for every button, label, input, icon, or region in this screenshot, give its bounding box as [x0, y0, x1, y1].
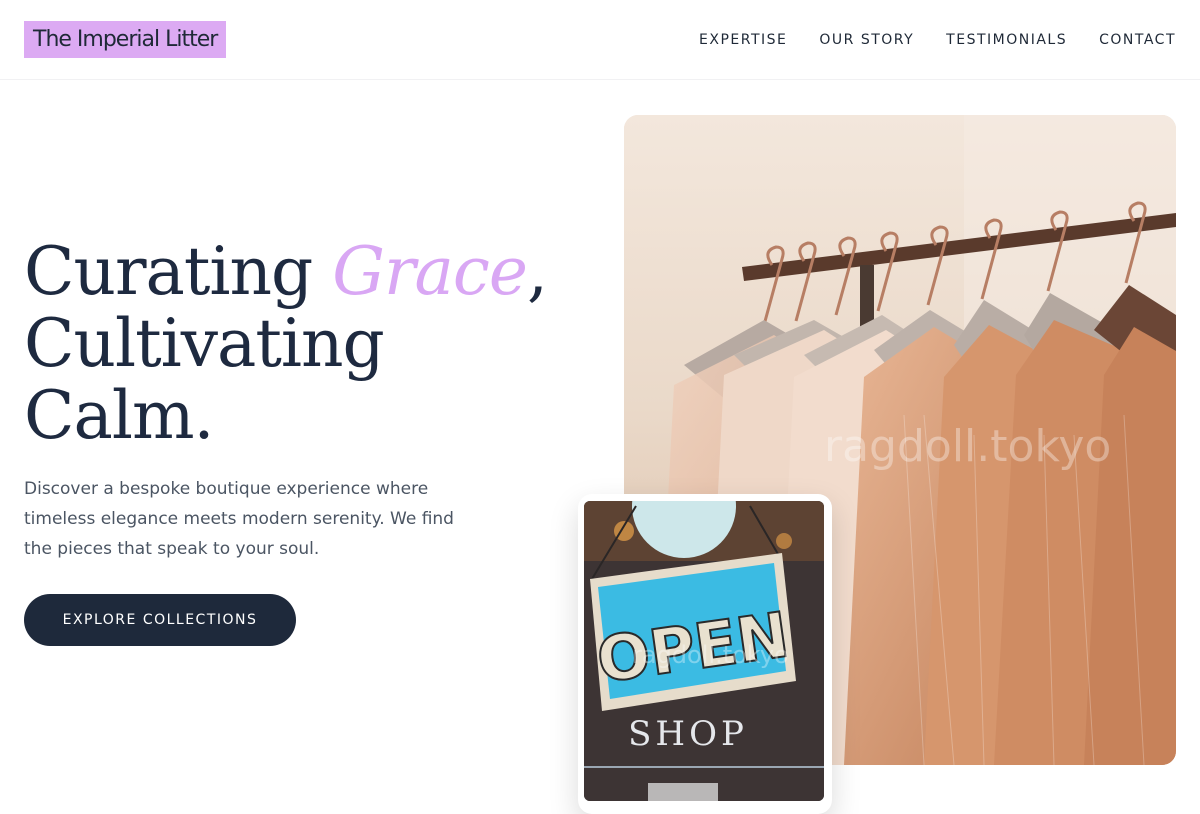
image-watermark: ragdoll.tokyo [824, 421, 1112, 472]
nav-link-testimonials[interactable]: TESTIMONIALS [946, 30, 1067, 50]
hero-description: Discover a bespoke boutique experience w… [24, 479, 454, 559]
shop-sign-text: SHOP [628, 714, 748, 754]
headline-line-2: Cultivating [24, 305, 385, 382]
open-sign-image: OPEN SHOP ragdoll.tokyo [584, 501, 824, 801]
site-logo[interactable]: The Imperial Litter [24, 21, 227, 58]
card-watermark: ragdoll.tokyo [632, 641, 789, 669]
site-header: The Imperial Litter EXPERTISE OUR STORY … [0, 0, 1200, 80]
headline-accent: Grace [332, 233, 528, 310]
nav-link-expertise[interactable]: EXPERTISE [699, 30, 787, 50]
main-nav: EXPERTISE OUR STORY TESTIMONIALS CONTACT [699, 30, 1176, 50]
headline-line-3: Calm. [24, 377, 215, 454]
hero-headline: Curating Grace, Cultivating Calm. [24, 236, 584, 452]
nav-link-our-story[interactable]: OUR STORY [819, 30, 914, 50]
headline-comma: , [526, 233, 548, 310]
nav-link-contact[interactable]: CONTACT [1099, 30, 1176, 50]
shop-sign-card: OPEN SHOP ragdoll.tokyo [578, 494, 832, 814]
headline-text: Curating [24, 233, 333, 310]
explore-collections-button[interactable]: EXPLORE COLLECTIONS [24, 594, 296, 646]
